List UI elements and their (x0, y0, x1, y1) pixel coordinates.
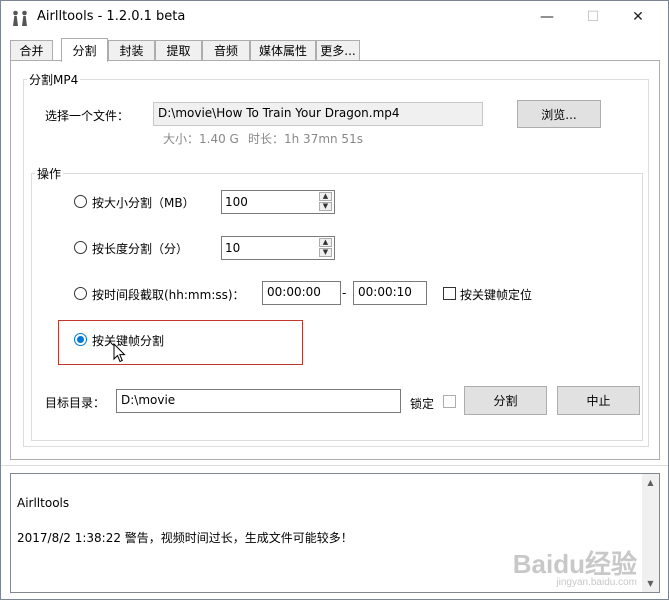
log-line-app-name: Airlltools (17, 496, 70, 510)
title-bar[interactable]: Airlltools - 1.2.0.1 beta — ☐ ✕ (1, 1, 668, 33)
file-path-field[interactable]: D:\movie\How To Train Your Dragon.mp4 (153, 102, 483, 126)
browse-button[interactable]: 浏览... (517, 100, 601, 128)
lock-checkbox[interactable] (443, 395, 456, 408)
file-label: 选择一个文件： (45, 109, 130, 123)
target-dir-label: 目标目录： (45, 396, 106, 410)
split-by-size-label: 按大小分割（MB） (92, 196, 195, 210)
tab-media-properties[interactable]: 媒体属性 (250, 40, 316, 60)
baidu-watermark: Baidu经验 jingyan.baidu.com (513, 544, 637, 588)
tab-more[interactable]: 更多... (316, 40, 360, 60)
maximize-button[interactable]: ☐ (570, 1, 616, 33)
size-mb-value: 100 (225, 195, 248, 209)
time-end-field[interactable]: 00:00:10 (353, 281, 427, 305)
minimize-button[interactable]: — (524, 1, 570, 33)
keyframe-locate-label: 按关键帧定位 (460, 288, 533, 302)
split-by-size-radio[interactable] (74, 195, 87, 208)
split-by-keyframe-radio[interactable] (74, 333, 87, 346)
scroll-up-arrow-icon[interactable]: ▲ (642, 474, 659, 491)
time-start-field[interactable]: 00:00:00 (262, 281, 341, 305)
split-by-time-label: 按时间段截取(hh:mm:ss)： (92, 288, 245, 302)
stepper-down-arrow-icon[interactable]: ▼ (319, 202, 332, 211)
size-mb-stepper[interactable]: 100 ▲ ▼ (221, 190, 335, 214)
tab-package[interactable]: 封装 (108, 40, 155, 60)
length-minutes-value: 10 (225, 241, 241, 255)
file-duration-text: 时长：1h 37mn 51s (248, 132, 363, 146)
stop-button[interactable]: 中止 (557, 386, 640, 415)
split-mp4-group-title: 分割MP4 (29, 73, 79, 87)
app-icon (11, 10, 29, 29)
panel-divider (1, 465, 668, 466)
log-line-warning: 2017/8/2 1:38:22 警告，视频时间过长，生成文件可能较多！ (17, 531, 353, 545)
window-title: Airlltools - 1.2.0.1 beta (37, 9, 186, 24)
log-output-box[interactable]: Airlltools 2017/8/2 1:38:22 警告，视频时间过长，生成… (10, 473, 660, 593)
app-window: Airlltools - 1.2.0.1 beta — ☐ ✕ 合并 分割 封装… (0, 0, 669, 600)
watermark-text: Baidu经验 (512, 549, 637, 579)
length-minutes-stepper[interactable]: 10 ▲ ▼ (221, 236, 335, 260)
split-by-time-radio[interactable] (74, 287, 87, 300)
tab-audio[interactable]: 音频 (202, 40, 250, 60)
file-size-text: 大小：1.40 G (163, 132, 239, 146)
tab-split[interactable]: 分割 (61, 38, 108, 62)
keyframe-locate-checkbox[interactable] (443, 287, 456, 300)
stepper-up-arrow-icon[interactable]: ▲ (319, 238, 332, 247)
split-button[interactable]: 分割 (464, 386, 547, 415)
log-scrollbar[interactable]: ▲ ▼ (642, 474, 659, 592)
split-by-keyframe-label: 按关键帧分割 (92, 334, 165, 348)
time-range-dash: - (342, 286, 347, 300)
split-by-length-label: 按长度分割（分） (92, 242, 189, 256)
stepper-down-arrow-icon[interactable]: ▼ (319, 248, 332, 257)
close-button[interactable]: ✕ (615, 1, 661, 33)
scroll-down-arrow-icon[interactable]: ▼ (642, 575, 659, 592)
tab-merge[interactable]: 合并 (10, 40, 53, 60)
operation-group-title: 操作 (37, 167, 62, 181)
mouse-cursor-icon (113, 342, 127, 366)
split-by-length-radio[interactable] (74, 241, 87, 254)
target-dir-field[interactable]: D:\movie (116, 389, 401, 413)
split-tab-panel: 分割MP4 选择一个文件： D:\movie\How To Train Your… (10, 60, 660, 460)
stepper-up-arrow-icon[interactable]: ▲ (319, 192, 332, 201)
tab-extract[interactable]: 提取 (155, 40, 202, 60)
lock-label: 锁定 (410, 397, 435, 411)
